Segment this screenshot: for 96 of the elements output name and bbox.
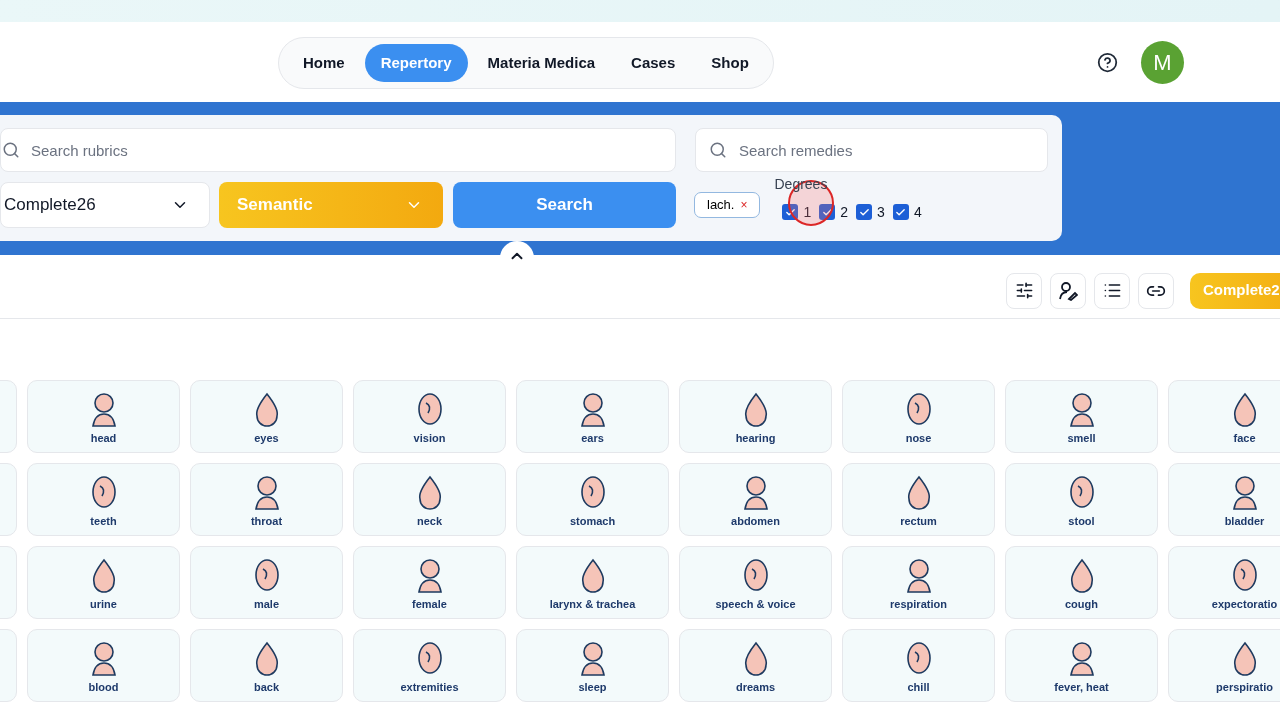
chapter-card[interactable]: teeth xyxy=(27,463,180,536)
degree-checkbox[interactable] xyxy=(856,204,873,220)
chapter-label: blood xyxy=(88,679,119,695)
chapter-card[interactable]: expectoratio xyxy=(1168,546,1280,619)
chapter-card[interactable]: cough xyxy=(1005,546,1158,619)
chapter-label: respiration xyxy=(890,596,947,612)
tag-label: lach. xyxy=(707,196,735,215)
chapter-card[interactable]: abdomen xyxy=(679,463,832,536)
list-icon xyxy=(1102,281,1122,300)
chapter-card[interactable]: smell xyxy=(1005,380,1158,453)
chapter-label: larynx & trachea xyxy=(549,596,636,612)
chapter-label: neck xyxy=(416,513,443,529)
chapter-card[interactable]: speech & voice xyxy=(679,546,832,619)
chapter-card[interactable]: nose xyxy=(842,380,995,453)
chapter-card[interactable]: vision xyxy=(353,380,506,453)
chapter-card[interactable]: stool xyxy=(1005,463,1158,536)
person-pen-icon xyxy=(1058,280,1078,301)
chapter-label: speech & voice xyxy=(715,596,796,612)
chapter-card[interactable]: throat xyxy=(190,463,343,536)
chapter-label: female xyxy=(412,596,447,612)
chapter-label: urine xyxy=(90,596,117,612)
check-icon xyxy=(785,206,796,218)
degree-label: 2 xyxy=(840,202,849,222)
check-icon xyxy=(821,206,833,218)
chapter-label: extremities xyxy=(400,679,459,695)
chapter-label: fever, heat xyxy=(1054,679,1109,695)
remedy-search-field[interactable]: Search remedies xyxy=(695,128,1048,172)
chapter-card[interactable]: perspiratio xyxy=(1168,629,1280,702)
check-icon xyxy=(895,206,907,218)
chapter-label: ears xyxy=(581,430,604,446)
chapter-card[interactable]: bladder xyxy=(1168,463,1280,536)
chapter-card[interactable]: rectum xyxy=(842,463,995,536)
degree-checkbox[interactable] xyxy=(782,204,799,220)
check-icon xyxy=(858,206,870,218)
chapter-label: perspiratio xyxy=(1216,679,1273,695)
chapter-label: abdomen xyxy=(731,513,780,529)
nav-tab[interactable]: Materia Medica xyxy=(471,44,612,82)
chapter-label: face xyxy=(1233,430,1256,446)
chapter-label: smell xyxy=(1067,430,1096,446)
chapter-card[interactable]: blood xyxy=(27,629,180,702)
search-icon xyxy=(2,141,20,159)
user-edit-button[interactable] xyxy=(1050,272,1086,309)
chapter-card[interactable]: respiration xyxy=(842,546,995,619)
repertory-select[interactable]: Complete26 xyxy=(0,182,210,228)
chapter-card[interactable]: dreams xyxy=(679,629,832,702)
nav-tab[interactable]: Shop xyxy=(695,44,765,82)
chapter-label: chill xyxy=(907,679,930,695)
chapter-label: stomach xyxy=(569,513,616,529)
chapter-label: throat xyxy=(250,513,283,529)
chapter-label: head xyxy=(90,430,117,446)
chapter-card[interactable]: urine xyxy=(27,546,180,619)
chapter-label: stool xyxy=(1068,513,1095,529)
chapter-card[interactable]: extremities xyxy=(353,629,506,702)
chapter-label: expectoratio xyxy=(1211,596,1278,612)
chapter-label: male xyxy=(253,596,280,612)
chapter-card[interactable]: sleep xyxy=(516,629,669,702)
chapter-card[interactable]: fever, heat xyxy=(1005,629,1158,702)
chapter-label: nose xyxy=(905,430,932,446)
chapter-label: vision xyxy=(413,430,446,446)
chapter-label: cough xyxy=(1065,596,1098,612)
chapter-label: bladder xyxy=(1224,513,1265,529)
link-button[interactable] xyxy=(1138,272,1174,309)
chapter-label: dreams xyxy=(735,679,776,695)
remove-tag-button[interactable]: × xyxy=(740,196,748,214)
chapter-card[interactable]: male xyxy=(190,546,343,619)
nav-tab[interactable]: Home xyxy=(287,44,361,82)
chapter-label: rectum xyxy=(900,513,937,529)
chapter-card[interactable]: head xyxy=(27,380,180,453)
filter-button[interactable] xyxy=(1006,272,1042,309)
chapter-card[interactable]: hearing xyxy=(679,380,832,453)
degree-label: 3 xyxy=(877,202,885,222)
degree-checkbox[interactable] xyxy=(892,204,909,220)
sliders-icon xyxy=(1014,281,1034,300)
degree-checkbox[interactable] xyxy=(819,204,836,220)
chapter-card[interactable]: stomach xyxy=(516,463,669,536)
chapter-label: teeth xyxy=(90,513,117,529)
chapter-card[interactable]: female xyxy=(353,546,506,619)
nav-tab[interactable]: Cases xyxy=(615,44,692,82)
chapter-card[interactable]: chill xyxy=(842,629,995,702)
search-icon xyxy=(709,141,727,159)
chapter-label: sleep xyxy=(578,679,607,695)
chapter-card[interactable]: neck xyxy=(353,463,506,536)
list-button[interactable] xyxy=(1094,272,1130,309)
help-icon[interactable] xyxy=(1097,52,1118,73)
chapter-card[interactable]: face xyxy=(1168,380,1280,453)
chapter-label: eyes xyxy=(254,430,279,446)
chapter-card[interactable]: eyes xyxy=(190,380,343,453)
chapter-label: hearing xyxy=(735,430,776,446)
chapter-card[interactable]: ears xyxy=(516,380,669,453)
chapter-card[interactable]: back xyxy=(190,629,343,702)
chapter-label: back xyxy=(253,679,280,695)
degree-label: 4 xyxy=(913,202,922,222)
rubric-search-field[interactable]: Search rubrics xyxy=(0,128,676,172)
remedy-tag[interactable]: lach. × xyxy=(694,192,761,218)
chapter-card[interactable]: larynx & trachea xyxy=(516,546,669,619)
degree-label: 1 xyxy=(803,202,812,222)
